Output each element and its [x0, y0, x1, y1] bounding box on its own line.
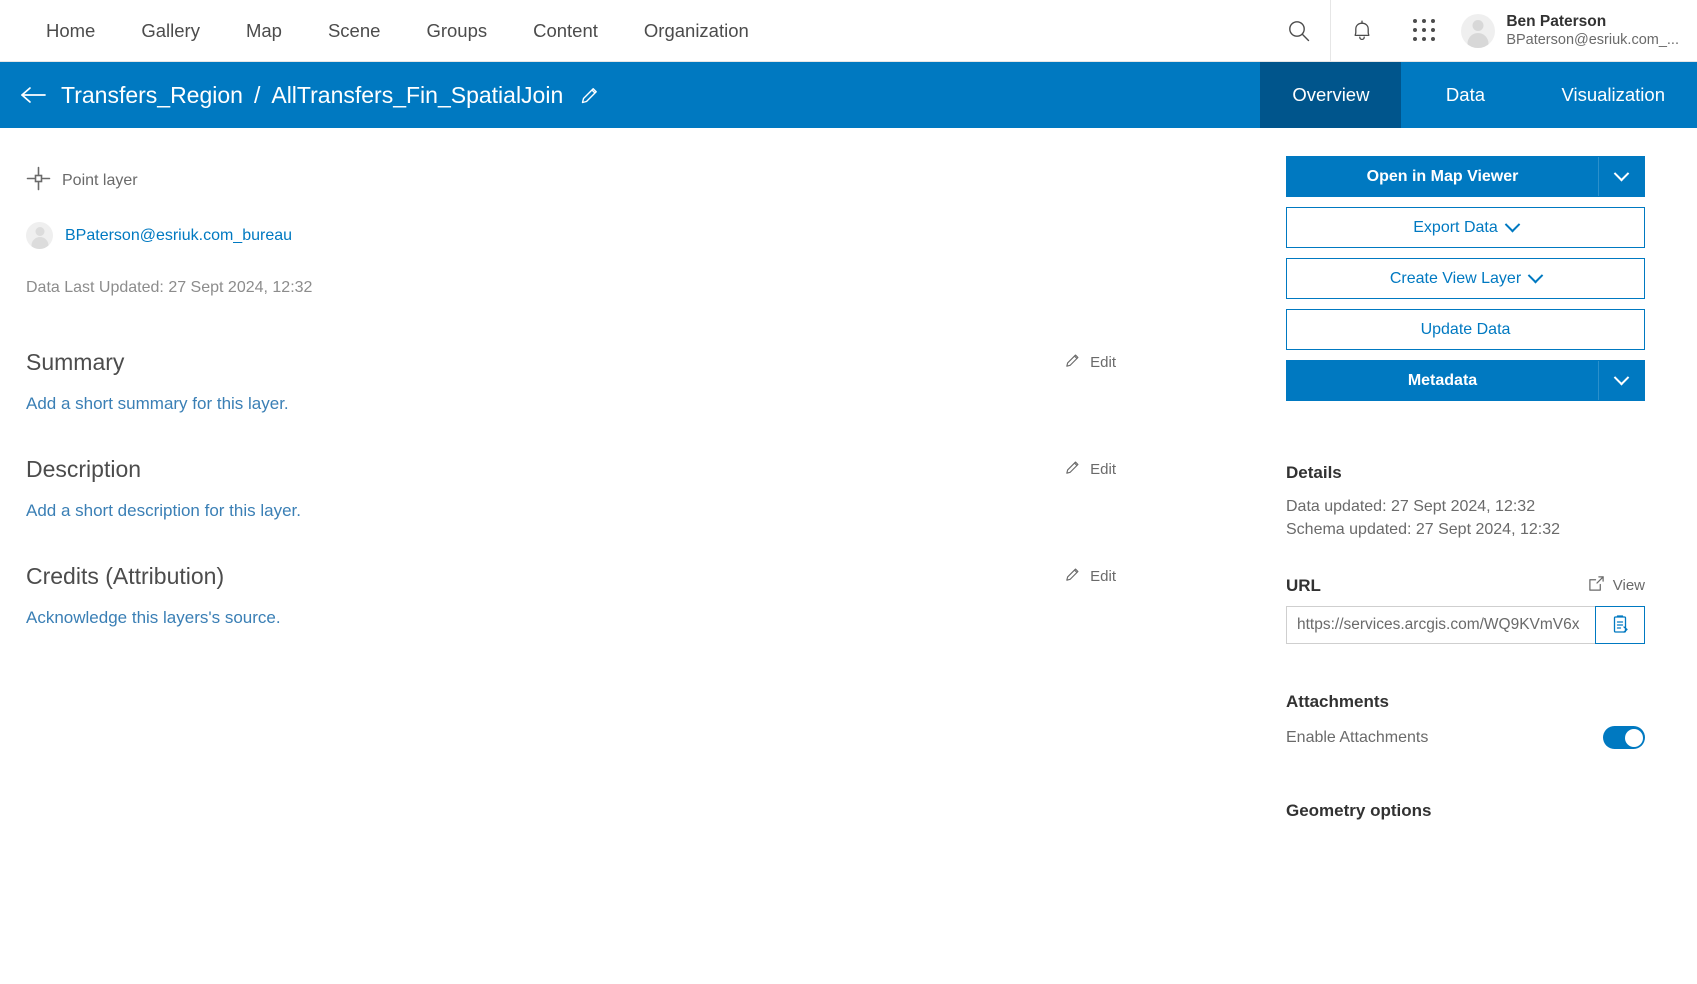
owner-link[interactable]: BPaterson@esriuk.com_bureau: [65, 227, 292, 245]
url-label: URL: [1286, 576, 1321, 596]
view-url-button[interactable]: View: [1588, 575, 1645, 596]
description-section: Description Edit Add a short description…: [26, 456, 1116, 521]
user-name: Ben Paterson: [1506, 12, 1679, 31]
primary-nav-links: Home Gallery Map Scene Groups Content Or…: [0, 0, 772, 62]
pencil-icon: [1064, 352, 1081, 373]
nav-item-content[interactable]: Content: [510, 0, 621, 62]
nav-item-scene[interactable]: Scene: [305, 0, 403, 62]
breadcrumb-separator: /: [254, 82, 260, 109]
user-text: Ben Paterson BPaterson@esriuk.com_...: [1506, 12, 1679, 50]
view-url-label: View: [1613, 577, 1645, 594]
edit-summary-button[interactable]: Edit: [1064, 352, 1116, 376]
edit-credits-label: Edit: [1090, 568, 1116, 585]
breadcrumb-current: AllTransfers_Fin_SpatialJoin: [271, 82, 563, 109]
enable-attachments-row: Enable Attachments: [1286, 726, 1645, 749]
chevron-down-icon: [1528, 268, 1544, 284]
top-navigation-bar: Home Gallery Map Scene Groups Content Or…: [0, 0, 1697, 62]
summary-section: Summary Edit Add a short summary for thi…: [26, 349, 1116, 414]
external-link-icon: [1588, 575, 1605, 596]
overview-main-column: Point layer BPaterson@esriuk.com_bureau …: [0, 128, 1267, 984]
metadata-dropdown[interactable]: [1598, 361, 1644, 400]
nav-item-map[interactable]: Map: [223, 0, 305, 62]
update-data-label: Update Data: [1287, 310, 1644, 349]
pencil-icon[interactable]: [579, 85, 600, 106]
credits-title: Credits (Attribution): [26, 563, 224, 590]
sidebar-spacer: [1286, 411, 1645, 463]
back-arrow-icon[interactable]: [20, 85, 47, 105]
description-title: Description: [26, 456, 141, 483]
create-view-layer-button[interactable]: Create View Layer: [1286, 258, 1645, 299]
credits-section-header: Credits (Attribution) Edit: [26, 563, 1116, 590]
bell-icon[interactable]: [1331, 0, 1393, 62]
create-view-layer-label: Create View Layer: [1390, 270, 1521, 288]
credits-section: Credits (Attribution) Edit Acknowledge t…: [26, 563, 1116, 628]
edit-credits-button[interactable]: Edit: [1064, 566, 1116, 590]
url-input[interactable]: [1286, 606, 1595, 644]
edit-description-button[interactable]: Edit: [1064, 459, 1116, 483]
enable-attachments-label: Enable Attachments: [1286, 729, 1428, 747]
details-schema-updated: Schema updated: 27 Sept 2024, 12:32: [1286, 518, 1645, 541]
nav-item-gallery[interactable]: Gallery: [118, 0, 223, 62]
page-body: Point layer BPaterson@esriuk.com_bureau …: [0, 128, 1697, 984]
update-data-button[interactable]: Update Data: [1286, 309, 1645, 350]
tab-data[interactable]: Data: [1401, 62, 1529, 128]
tab-visualization[interactable]: Visualization: [1529, 62, 1697, 128]
enable-attachments-toggle[interactable]: [1603, 726, 1645, 749]
geometry-options-title: Geometry options: [1286, 801, 1645, 821]
details-title: Details: [1286, 463, 1645, 483]
owner-row: BPaterson@esriuk.com_bureau: [26, 222, 1267, 249]
layer-type-row: Point layer: [26, 166, 1267, 196]
user-email: BPaterson@esriuk.com_...: [1506, 31, 1679, 49]
export-data-label-wrap: Export Data: [1287, 208, 1644, 247]
grid-dots-glyph: [1413, 19, 1436, 42]
nav-item-groups[interactable]: Groups: [403, 0, 510, 62]
breadcrumb: Transfers_Region / AllTransfers_Fin_Spat…: [0, 62, 1260, 128]
export-data-label: Export Data: [1413, 219, 1497, 237]
nav-item-home[interactable]: Home: [23, 0, 118, 62]
user-account-menu[interactable]: Ben Paterson BPaterson@esriuk.com_...: [1455, 0, 1697, 62]
edit-description-label: Edit: [1090, 461, 1116, 478]
overview-sidebar: Open in Map Viewer Export Data Create Vi…: [1267, 128, 1697, 984]
chevron-down-icon: [1614, 166, 1630, 182]
avatar: [1461, 14, 1495, 48]
chevron-down-icon: [1504, 217, 1520, 233]
tab-overview[interactable]: Overview: [1260, 62, 1401, 128]
add-description-link[interactable]: Add a short description for this layer.: [26, 501, 301, 520]
layer-type-label: Point layer: [62, 172, 138, 190]
item-tabs: Overview Data Visualization: [1260, 62, 1697, 128]
pencil-icon: [1064, 459, 1081, 480]
open-in-map-viewer-dropdown[interactable]: [1598, 157, 1644, 196]
app-switcher-icon[interactable]: [1393, 0, 1455, 62]
pencil-icon: [1064, 566, 1081, 587]
attachments-title: Attachments: [1286, 692, 1645, 712]
edit-summary-label: Edit: [1090, 354, 1116, 371]
add-summary-link[interactable]: Add a short summary for this layer.: [26, 394, 289, 413]
metadata-button[interactable]: Metadata: [1286, 360, 1645, 401]
chevron-down-icon: [1614, 370, 1630, 386]
description-section-header: Description Edit: [26, 456, 1116, 483]
top-nav-right-cluster: Ben Paterson BPaterson@esriuk.com_...: [1268, 0, 1697, 62]
toggle-knob: [1625, 729, 1643, 747]
point-layer-icon: [26, 166, 51, 196]
breadcrumb-parent[interactable]: Transfers_Region: [61, 82, 243, 109]
metadata-label: Metadata: [1287, 361, 1598, 400]
export-data-button[interactable]: Export Data: [1286, 207, 1645, 248]
open-in-map-viewer-button[interactable]: Open in Map Viewer: [1286, 156, 1645, 197]
create-view-layer-label-wrap: Create View Layer: [1287, 259, 1644, 298]
details-data-updated: Data updated: 27 Sept 2024, 12:32: [1286, 495, 1645, 518]
data-last-updated: Data Last Updated: 27 Sept 2024, 12:32: [26, 279, 1267, 297]
summary-title: Summary: [26, 349, 124, 376]
copy-to-clipboard-icon[interactable]: [1595, 606, 1645, 644]
url-row: [1286, 606, 1645, 644]
url-header: URL View: [1286, 575, 1645, 596]
add-credits-link[interactable]: Acknowledge this layers's source.: [26, 608, 281, 627]
summary-section-header: Summary Edit: [26, 349, 1116, 376]
item-header-bar: Transfers_Region / AllTransfers_Fin_Spat…: [0, 62, 1697, 128]
owner-avatar: [26, 222, 53, 249]
open-in-map-viewer-label: Open in Map Viewer: [1287, 157, 1598, 196]
nav-item-organization[interactable]: Organization: [621, 0, 772, 62]
search-icon[interactable]: [1268, 0, 1330, 62]
